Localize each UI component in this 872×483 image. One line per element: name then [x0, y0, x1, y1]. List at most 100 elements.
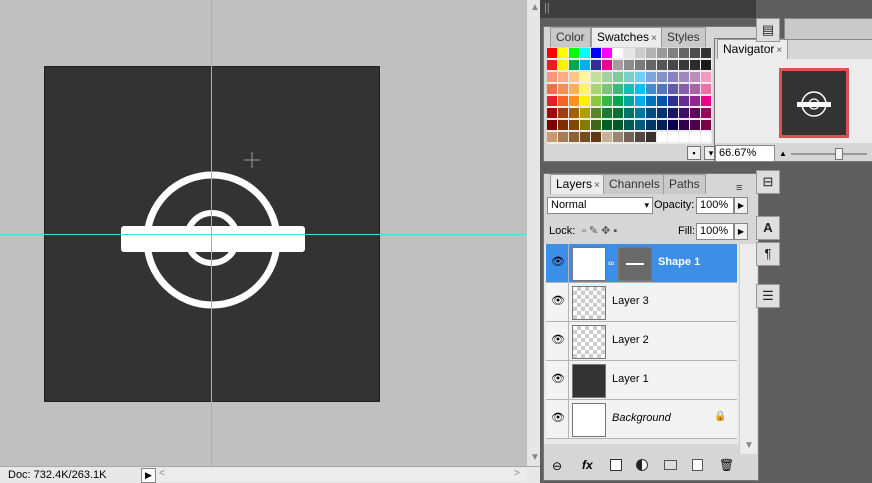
color-swatch[interactable]: [558, 48, 568, 58]
color-swatch[interactable]: [690, 96, 700, 106]
vertical-scrollbar[interactable]: ▲ ▼: [526, 0, 541, 466]
document-size-info[interactable]: Doc: 732.4K/263.1K: [8, 469, 106, 481]
close-icon[interactable]: ×: [594, 180, 600, 191]
color-swatch[interactable]: [591, 132, 601, 142]
color-swatch[interactable]: [679, 132, 689, 142]
color-swatch[interactable]: [668, 120, 678, 130]
color-swatch[interactable]: [602, 132, 612, 142]
opacity-field[interactable]: 100%: [696, 197, 734, 214]
color-swatch[interactable]: [657, 96, 667, 106]
color-swatch[interactable]: [558, 84, 568, 94]
lock-icons[interactable]: ▫✎✥▪: [582, 224, 620, 237]
color-swatch[interactable]: [591, 96, 601, 106]
group-folder-icon[interactable]: [664, 460, 677, 470]
color-swatch[interactable]: [602, 120, 612, 130]
color-swatch[interactable]: [569, 120, 579, 130]
layer-name[interactable]: Layer 2: [612, 334, 649, 346]
visibility-eye-icon[interactable]: 👁: [546, 361, 569, 399]
color-swatch[interactable]: [646, 72, 656, 82]
color-swatch[interactable]: [668, 72, 678, 82]
color-swatch[interactable]: [679, 48, 689, 58]
lock-paint-icon[interactable]: ✎: [589, 225, 601, 237]
color-swatch[interactable]: [580, 132, 590, 142]
horizontal-scrollbar[interactable]: < >: [156, 468, 526, 481]
visibility-eye-icon[interactable]: 👁: [546, 283, 569, 321]
trash-icon[interactable]: 🗑: [719, 458, 734, 472]
visibility-eye-icon[interactable]: 👁: [546, 322, 569, 360]
color-swatch[interactable]: [569, 96, 579, 106]
color-swatch[interactable]: [547, 72, 557, 82]
color-swatch[interactable]: [547, 96, 557, 106]
scroll-up-arrow[interactable]: ▲: [530, 2, 540, 13]
color-swatch[interactable]: [624, 72, 634, 82]
color-swatch[interactable]: [635, 120, 645, 130]
tab-color[interactable]: Color: [550, 27, 591, 47]
color-swatch[interactable]: [591, 84, 601, 94]
color-swatch[interactable]: [679, 96, 689, 106]
color-swatch[interactable]: [679, 84, 689, 94]
color-swatch[interactable]: [558, 108, 568, 118]
color-swatch[interactable]: [613, 132, 623, 142]
scroll-down-arrow[interactable]: ▼: [530, 452, 540, 463]
color-swatch[interactable]: [690, 60, 700, 70]
color-swatch[interactable]: [558, 120, 568, 130]
character-icon[interactable]: A: [756, 216, 780, 240]
color-swatch[interactable]: [690, 84, 700, 94]
color-swatch[interactable]: [591, 48, 601, 58]
color-swatch[interactable]: [624, 108, 634, 118]
new-swatch-icon[interactable]: ▪: [687, 146, 701, 160]
color-swatch[interactable]: [668, 132, 678, 142]
color-swatch[interactable]: [701, 96, 711, 106]
color-swatch[interactable]: [679, 60, 689, 70]
visibility-eye-icon[interactable]: 👁: [546, 400, 569, 438]
zoom-slider[interactable]: [791, 148, 867, 160]
color-swatch[interactable]: [657, 84, 667, 94]
color-swatch[interactable]: [657, 72, 667, 82]
color-swatch[interactable]: [613, 60, 623, 70]
color-swatch[interactable]: [547, 120, 557, 130]
color-swatch[interactable]: [613, 108, 623, 118]
color-swatch[interactable]: [668, 48, 678, 58]
layer-row-shape-1[interactable]: 👁 ∞ Shape 1: [546, 244, 737, 283]
tab-styles[interactable]: Styles: [661, 27, 706, 47]
layer-row-layer-1[interactable]: 👁 Layer 1: [546, 361, 737, 400]
color-swatch[interactable]: [569, 72, 579, 82]
color-swatch[interactable]: [690, 72, 700, 82]
color-swatch[interactable]: [591, 120, 601, 130]
color-swatch[interactable]: [624, 48, 634, 58]
scroll-down-arrow[interactable]: ▼: [744, 440, 754, 451]
color-swatch[interactable]: [701, 108, 711, 118]
vector-mask-thumbnail[interactable]: [618, 247, 652, 281]
color-swatch[interactable]: [547, 84, 557, 94]
color-swatch[interactable]: [635, 84, 645, 94]
color-swatch[interactable]: [580, 108, 590, 118]
scroll-left-arrow[interactable]: <: [159, 468, 165, 479]
color-swatch[interactable]: [657, 108, 667, 118]
color-swatch[interactable]: [657, 48, 667, 58]
color-swatch[interactable]: [668, 84, 678, 94]
color-swatch[interactable]: [569, 108, 579, 118]
color-swatch[interactable]: [613, 48, 623, 58]
color-swatch[interactable]: [624, 84, 634, 94]
color-swatch[interactable]: [679, 108, 689, 118]
color-swatch[interactable]: [624, 96, 634, 106]
color-swatch[interactable]: [701, 132, 711, 142]
color-swatch[interactable]: [591, 72, 601, 82]
layer-name[interactable]: Shape 1: [658, 256, 700, 268]
layers-scrollbar[interactable]: ▼: [739, 244, 757, 454]
color-swatch[interactable]: [591, 108, 601, 118]
layer-row-background[interactable]: 👁 Background 🔒: [546, 400, 737, 439]
color-swatch[interactable]: [701, 84, 711, 94]
notes-icon[interactable]: ☰: [756, 284, 780, 308]
color-swatch[interactable]: [635, 108, 645, 118]
color-swatch[interactable]: [646, 108, 656, 118]
color-swatch[interactable]: [602, 48, 612, 58]
layer-name[interactable]: Layer 3: [612, 295, 649, 307]
close-icon[interactable]: ×: [651, 33, 657, 44]
color-swatch[interactable]: [635, 96, 645, 106]
tab-paths[interactable]: Paths: [663, 174, 706, 194]
color-swatch[interactable]: [701, 48, 711, 58]
color-swatch[interactable]: [580, 72, 590, 82]
color-swatch[interactable]: [646, 84, 656, 94]
fill-arrow-icon[interactable]: ▶: [734, 223, 748, 240]
